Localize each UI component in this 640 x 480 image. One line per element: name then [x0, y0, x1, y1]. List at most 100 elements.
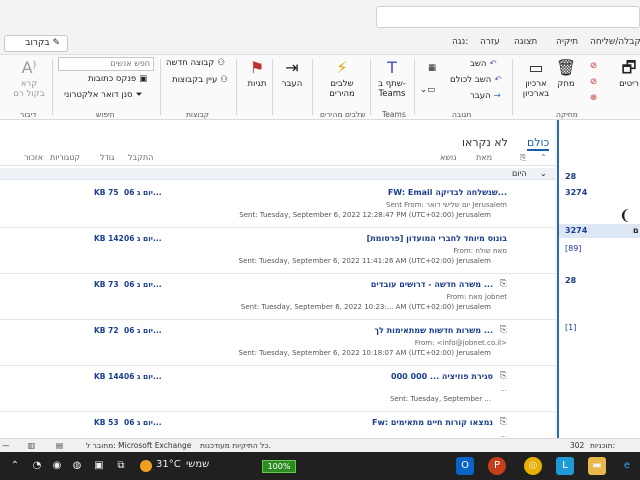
message-row[interactable]: ⎘ משרה חדשה - דרושים עובדים ... From: מאת …: [0, 274, 555, 320]
message-size: KB 53: [94, 418, 119, 427]
reply-button[interactable]: השב ↶: [470, 59, 497, 69]
chevron-up-icon[interactable]: ⌃: [6, 457, 24, 475]
powerpoint-icon[interactable]: P: [488, 457, 506, 475]
tags-button[interactable]: ⚑ תגיות: [244, 59, 270, 90]
folder-pane: 28 3274 ❨ 3274 ם [89] 28 [1]: [557, 120, 640, 438]
attachment-col-icon[interactable]: ⎘: [520, 153, 526, 163]
filter-email-button[interactable]: סנן דואר אלקטרוני ⏷: [64, 90, 142, 100]
toggle-icon: ✎: [52, 38, 60, 48]
move-icon: ⇥: [285, 58, 299, 77]
col-size[interactable]: גודל: [100, 153, 114, 162]
file-explorer-icon[interactable]: ▬: [588, 457, 606, 475]
weather-temp[interactable]: 31°C: [156, 459, 181, 470]
quick-steps-button[interactable]: ⚡ שלבים מהירים: [322, 59, 362, 100]
message-row[interactable]: ⎘ משרות חדשות שמתאימות לך ... From: <info@…: [0, 320, 555, 366]
reply-icon: ↶: [489, 59, 497, 69]
share-teams-label: שתף ב-: [378, 79, 406, 89]
move-label: העבר: [281, 79, 303, 89]
move-button[interactable]: ⇥ העבר: [278, 58, 306, 90]
message-preview: ...: [500, 385, 507, 393]
reply-label: השב: [470, 59, 487, 69]
separator: [414, 59, 415, 115]
weather-label: שמשי: [186, 459, 210, 470]
junk-icon: ⊘: [590, 61, 598, 71]
separator: [52, 59, 53, 115]
separator: [312, 59, 313, 115]
col-received[interactable]: התקבל: [128, 153, 153, 162]
zoom-slider[interactable]: —: [2, 441, 10, 450]
browse-groups-button[interactable]: עיין בקבוצות ⚇: [172, 75, 228, 85]
message-row[interactable]: ⎘ סגירת פוזיציה ... 000 000... Sent: Tuesd…: [0, 366, 555, 412]
junk-button[interactable]: ⊘: [590, 61, 597, 71]
people-search-input[interactable]: חפש אנשים: [58, 57, 154, 71]
ignore-button[interactable]: ⊘: [590, 77, 597, 87]
share-teams-button[interactable]: T שתף ב- Teams: [374, 59, 410, 100]
message-subject: FW: Email שנשלחה לבדיקה...: [387, 188, 507, 197]
message-sent-line: Sent: Tuesday, September 6, 2022 10:18:0…: [238, 349, 491, 357]
normal-view-icon[interactable]: ▥: [28, 441, 35, 450]
trash-icon: 🗑: [555, 58, 577, 77]
app-icon[interactable]: ▣: [90, 457, 108, 475]
folder-count[interactable]: 28: [565, 172, 576, 181]
wifi-icon[interactable]: ◔: [28, 457, 46, 475]
message-row[interactable]: FW: Email שנשלחה לבדיקה... Sent From: יום…: [0, 182, 555, 228]
col-subject[interactable]: נושא: [440, 153, 456, 162]
outlook-icon[interactable]: O: [456, 457, 474, 475]
group-label-groups: קבוצות: [186, 110, 210, 119]
group-today-label: היום: [512, 169, 527, 178]
reply-all-button[interactable]: השב לכולם ↶: [450, 75, 501, 85]
message-size: KB 75: [94, 188, 119, 197]
col-mention[interactable]: אזכור: [24, 153, 43, 162]
forward-label: העבר: [470, 91, 491, 101]
folder-count[interactable]: 28: [565, 276, 576, 285]
ignore-icon: ⊘: [590, 77, 598, 87]
sort-icon[interactable]: ⌃: [540, 153, 547, 162]
chrome-icon[interactable]: ◎: [524, 457, 542, 475]
folder-count[interactable]: [89]: [565, 244, 581, 253]
archive-button[interactable]: ▭ ארכיון בארכיון: [518, 59, 554, 100]
message-subject: סגירת פוזיציה ... 000 000: [391, 372, 493, 381]
group-label-respond: תגובה: [452, 110, 472, 119]
read-aloud-button[interactable]: A⁾ קרא בקול רם: [12, 59, 46, 100]
title-bar: [0, 0, 640, 34]
address-book-button[interactable]: פנקס כתובות ▣: [88, 74, 147, 84]
more-respond-button[interactable]: ⌄▭: [420, 85, 435, 95]
tab-folder[interactable]: תיקיה: [556, 37, 578, 47]
group-header-today[interactable]: ⌄ היום: [0, 168, 555, 180]
app-l-icon[interactable]: L: [556, 457, 574, 475]
col-from[interactable]: מאת: [476, 153, 492, 162]
quick-steps-label-2: מהירים: [329, 89, 355, 99]
folder-count[interactable]: 3274: [565, 188, 587, 197]
cleanup-button[interactable]: ⊗: [590, 93, 597, 103]
app-icon[interactable]: ◍: [68, 457, 86, 475]
reading-view-icon[interactable]: ▤: [56, 441, 63, 450]
new-items-button[interactable]: 🗗 ריטים: [616, 59, 640, 90]
read-aloud-label-2: בקול רם: [13, 89, 45, 99]
app-icon[interactable]: ⧉: [112, 457, 130, 475]
delete-button[interactable]: 🗑 מחק: [554, 58, 578, 90]
status-bar: — ▥ ▤ מחובר ל: Microsoft Exchange כל התי…: [0, 438, 640, 452]
battery-indicator[interactable]: 100%: [262, 460, 296, 473]
app-icon[interactable]: ◉: [48, 457, 66, 475]
taskbar: ⌃ ◔ ◉ ◍ ▣ ⧉ 31°C שמשי 100% O P ◎ L ▬ e: [0, 452, 640, 480]
search-input[interactable]: [376, 6, 640, 28]
tab-unread[interactable]: לא נקראו: [462, 136, 508, 149]
message-rows: FW: Email שנשלחה לבדיקה... Sent From: יום…: [0, 182, 555, 458]
message-preview: From: <info@jobnet.co.il>: [414, 339, 507, 347]
message-subject: משרה חדשה - דרושים עובדים ...: [370, 280, 493, 289]
tab-view[interactable]: תצוגה: [514, 37, 537, 47]
col-categories[interactable]: קטגוריות: [50, 153, 80, 162]
forward-button[interactable]: העבר →: [470, 91, 501, 101]
edge-icon[interactable]: e: [618, 457, 636, 475]
message-row[interactable]: בונוס מיוחד לחברי המועדון [פרסומת] From: …: [0, 228, 555, 274]
tab-all[interactable]: כולם: [527, 136, 550, 151]
meeting-button[interactable]: ▦: [428, 63, 436, 73]
tab-help[interactable]: עזרה: [480, 37, 500, 47]
folder-count[interactable]: [1]: [565, 323, 576, 332]
tab-send-receive[interactable]: קבלה/שליחה: [590, 37, 640, 47]
filter-icon: ⏷: [135, 90, 143, 100]
items-count: 302: [570, 441, 585, 450]
coming-soon-toggle[interactable]: בקרוב ✎: [4, 35, 68, 52]
new-group-button[interactable]: קבוצה חדשה ⚇: [166, 58, 225, 68]
tab-extra[interactable]: נגה:: [452, 37, 468, 47]
